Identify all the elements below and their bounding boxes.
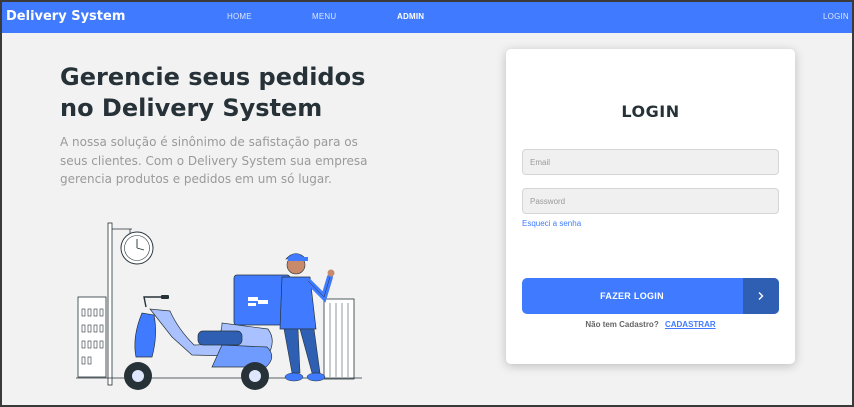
- nav-link-menu[interactable]: MENU: [312, 12, 336, 21]
- signup-question: Não tem Cadastro?: [585, 320, 659, 329]
- email-field[interactable]: [522, 149, 779, 175]
- nav-link-home[interactable]: HOME: [227, 12, 252, 21]
- app-frame: Delivery System HOME MENU ADMIN LOGIN Ge…: [0, 0, 854, 407]
- signup-row: Não tem Cadastro? CADASTRAR: [506, 320, 795, 329]
- password-field[interactable]: [522, 188, 779, 214]
- login-submit-label: FAZER LOGIN: [600, 291, 664, 301]
- nav-link-admin[interactable]: ADMIN: [397, 12, 424, 21]
- chevron-right-icon: [743, 278, 779, 314]
- delivery-courier-scooter-illustration: [72, 217, 372, 397]
- top-navbar: Delivery System HOME MENU ADMIN LOGIN: [2, 2, 852, 33]
- login-submit-button[interactable]: FAZER LOGIN: [522, 278, 779, 314]
- login-card: LOGIN Esqueci a senha FAZER LOGIN Não te…: [506, 49, 795, 364]
- hero-title-line-2: no Delivery System: [60, 94, 323, 122]
- nav-link-login[interactable]: LOGIN: [823, 12, 849, 21]
- hero-title-line-1: Gerencie seus pedidos: [60, 63, 366, 91]
- forgot-password-link[interactable]: Esqueci a senha: [522, 219, 581, 228]
- brand-logo[interactable]: Delivery System: [6, 9, 125, 24]
- hero-description: A nossa solução é sinônimo de safistação…: [60, 135, 368, 186]
- signup-link[interactable]: CADASTRAR: [665, 320, 716, 329]
- login-card-title: LOGIN: [621, 102, 680, 121]
- hero-title: Gerencie seus pedidos no Delivery System: [60, 62, 390, 124]
